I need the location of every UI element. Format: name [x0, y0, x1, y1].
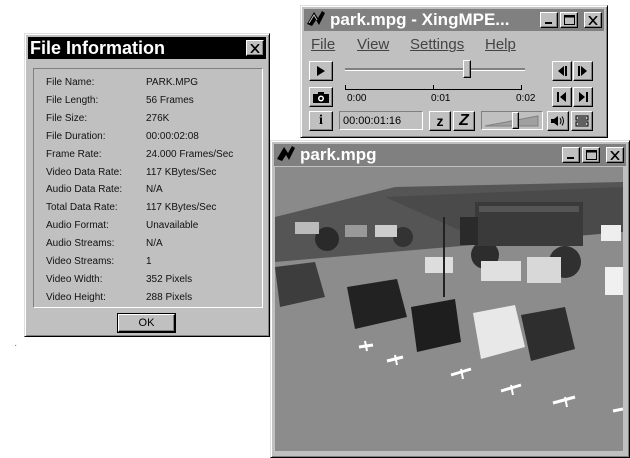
menu-help[interactable]: Help — [485, 36, 516, 53]
info-value: 1 — [146, 256, 152, 267]
file-information-dialog: File Information File Name: PARK.MPG File … — [24, 33, 270, 337]
zoom-large-button[interactable]: Z — [453, 111, 475, 131]
info-label: Video Streams: — [46, 256, 115, 267]
info-value: 276K — [146, 112, 170, 124]
dialog-title: File Information — [30, 37, 165, 58]
step-forward-button[interactable] — [573, 61, 593, 81]
info-label: Total Data Rate: — [46, 202, 118, 214]
close-icon[interactable] — [606, 147, 624, 163]
info-value: N/A — [146, 238, 163, 250]
info-label: File Length: — [46, 94, 99, 106]
info-button[interactable]: i — [309, 111, 333, 131]
info-label: Video Width: — [46, 273, 103, 285]
skip-to-start-icon — [557, 92, 566, 102]
volume-slider[interactable] — [481, 111, 543, 130]
info-value: N/A — [146, 184, 163, 196]
speaker-icon — [551, 116, 564, 126]
minimize-icon[interactable] — [540, 12, 558, 28]
dialog-titlebar[interactable]: File Information — [28, 37, 266, 59]
zoom-small-button[interactable]: z — [429, 111, 451, 131]
info-label: Audio Data Rate: — [46, 184, 123, 196]
close-icon[interactable] — [584, 12, 602, 28]
stray-mark: · — [14, 340, 18, 351]
info-label: File Size: — [46, 112, 88, 124]
info-value: 117 KBytes/Sec — [146, 202, 217, 214]
play-button[interactable] — [309, 61, 333, 81]
skip-to-end-icon — [579, 92, 588, 102]
step-forward-icon — [578, 66, 587, 76]
time-mark-mid: 0:01 — [431, 93, 451, 104]
info-label: Audio Format: — [46, 220, 109, 232]
menu-file[interactable]: File — [311, 36, 335, 53]
step-back-icon — [558, 66, 567, 76]
xing-logo-icon — [306, 9, 326, 32]
info-value: Unavailable — [146, 220, 199, 232]
info-value: 24.000 Frames/Sec — [146, 148, 234, 160]
info-value: 56 Frames — [146, 94, 194, 106]
step-back-button[interactable] — [552, 61, 572, 81]
info-label: File Duration: — [46, 130, 106, 142]
info-value: 117 KBytes/Sec — [146, 166, 217, 178]
time-mark-start: 0:00 — [347, 93, 367, 104]
info-label: Video Height: — [46, 291, 106, 303]
xing-logo-icon — [276, 144, 296, 167]
ok-button[interactable]: OK — [117, 313, 176, 333]
mute-button[interactable] — [547, 111, 569, 131]
volume-thumb[interactable] — [511, 112, 519, 129]
time-mark-end: 0:02 — [516, 93, 536, 104]
seek-thumb[interactable] — [463, 60, 472, 78]
position-display: 00:00:01:16 — [339, 111, 423, 130]
menu-view[interactable]: View — [357, 36, 389, 53]
xing-player-window: park.mpg - XingMPE... File View Settings… — [300, 5, 608, 138]
menu-settings[interactable]: Settings — [410, 36, 464, 53]
info-label: Frame Rate: — [46, 148, 102, 160]
minimize-icon[interactable] — [562, 147, 580, 163]
parking-lot-video-image — [275, 167, 623, 451]
info-icon: i — [319, 113, 323, 128]
video-frame[interactable] — [275, 167, 623, 451]
skip-to-end-button[interactable] — [573, 87, 593, 107]
info-value: 352 Pixels — [146, 273, 193, 285]
play-icon — [317, 66, 325, 76]
info-label: Audio Streams: — [46, 238, 115, 250]
snapshot-button[interactable] — [309, 87, 333, 107]
video-titlebar[interactable]: park.mpg — [274, 144, 626, 166]
player-titlebar[interactable]: park.mpg - XingMPE... — [304, 9, 604, 31]
maximize-icon[interactable] — [560, 12, 578, 28]
info-value: PARK.MPG — [146, 77, 199, 88]
video-window: park.mpg — [270, 140, 630, 458]
display-button[interactable] — [571, 111, 593, 131]
skip-to-start-button[interactable] — [552, 87, 572, 107]
maximize-icon[interactable] — [582, 147, 600, 163]
info-value: 00:00:02:08 — [146, 130, 199, 142]
video-title: park.mpg — [300, 145, 377, 164]
camera-icon — [313, 91, 329, 103]
player-title: park.mpg - XingMPE... — [330, 10, 510, 29]
info-value: 288 Pixels — [146, 291, 193, 303]
info-label: Video Data Rate: — [46, 166, 122, 178]
file-info-panel: File Name: PARK.MPG File Length: 56 Frames F… — [33, 68, 263, 308]
info-label: File Name: — [46, 77, 95, 88]
close-icon[interactable] — [246, 40, 264, 56]
display-icon — [575, 115, 589, 127]
